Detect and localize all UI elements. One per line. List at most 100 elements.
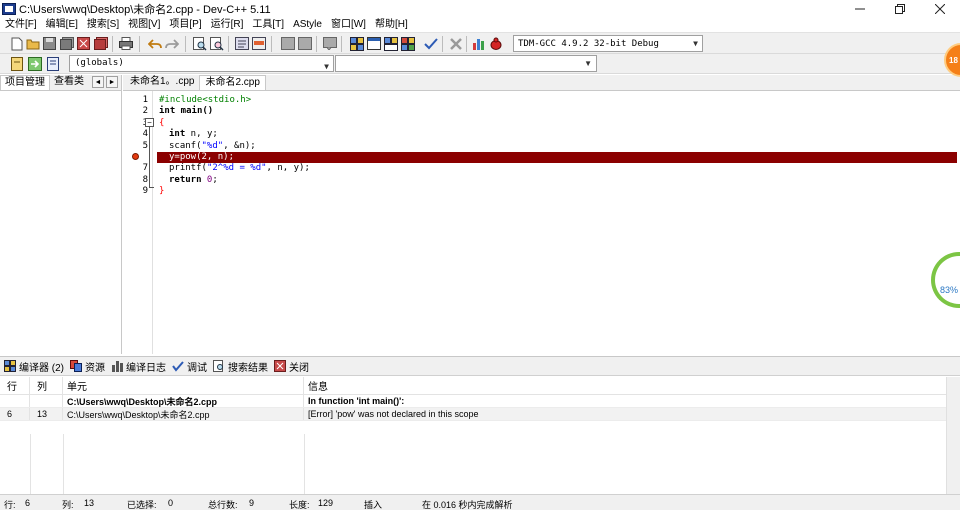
toolbar-separator — [228, 36, 229, 52]
table-row[interactable]: C:\Users\wwq\Desktop\未命名2.cpp In functio… — [0, 395, 946, 408]
print-button[interactable] — [118, 36, 133, 51]
compile-button[interactable] — [349, 36, 364, 51]
menu-view[interactable]: 视图[V] — [123, 18, 164, 32]
menu-run[interactable]: 运行[R] — [206, 18, 248, 32]
menu-tools[interactable]: 工具[T] — [247, 18, 288, 32]
restore-icon — [895, 4, 905, 14]
brace-text: { — [159, 117, 165, 128]
code-text: n, y; — [185, 129, 218, 140]
indent-icon — [280, 37, 295, 50]
toggle-breakpoint-button[interactable] — [45, 56, 60, 71]
indent-button[interactable] — [280, 36, 295, 51]
redo-button[interactable] — [164, 36, 179, 51]
tab-compiler[interactable]: 编译器 (2) — [4, 359, 64, 374]
line-number: 7 — [142, 163, 148, 174]
open-file-button[interactable] — [25, 36, 40, 51]
table-row[interactable]: 6 13 C:\Users\wwq\Desktop\未命名2.cpp [Erro… — [0, 408, 946, 421]
minimize-button[interactable] — [840, 0, 880, 18]
search-icon — [213, 360, 223, 372]
menu-window[interactable]: 窗口[W] — [326, 18, 370, 32]
status-bar: 行: 6 列: 13 已选择: 0 总行数: 9 长度: 129 插入 在 0.… — [0, 494, 960, 510]
syntax-check-button[interactable] — [423, 36, 438, 51]
tab-debug[interactable]: 调试 — [172, 359, 207, 374]
toolbar-separator — [316, 36, 317, 52]
tab-scroll-left-button[interactable]: ◄ — [92, 76, 104, 88]
save-all-button[interactable] — [59, 36, 74, 51]
header-line[interactable]: 行 — [0, 377, 30, 394]
compiler-select[interactable]: TDM-GCC 4.9.2 32-bit Debug ▼ — [513, 35, 703, 52]
undo-button[interactable] — [147, 36, 162, 51]
code-editor[interactable]: 1 2 3 4 5 6 7 8 9 #include<stdio.h> int … — [123, 91, 960, 354]
header-message[interactable]: 信息 — [304, 377, 944, 394]
menu-astyle[interactable]: AStyle — [288, 18, 326, 32]
save-icon — [43, 37, 56, 50]
goto-back-button[interactable] — [27, 56, 42, 71]
string-literal: "%d" — [201, 140, 224, 151]
header-col[interactable]: 列 — [30, 377, 63, 394]
close-window-button[interactable] — [920, 0, 960, 18]
menu-search[interactable]: 搜索[S] — [82, 18, 123, 32]
tab-close[interactable]: 关闭 — [274, 359, 309, 374]
compile-grid-icon — [349, 36, 364, 51]
window-controls — [840, 0, 960, 18]
line-number: 5 — [142, 140, 148, 151]
status-col-value: 13 — [84, 498, 95, 508]
close-panel-icon — [274, 360, 286, 372]
tab-search-results[interactable]: 搜索结果 — [213, 359, 268, 374]
fold-guide-line — [149, 127, 150, 187]
debug-button[interactable] — [488, 36, 503, 51]
tab-class-view[interactable]: 查看类 — [50, 75, 88, 90]
toggle-bookmark-button[interactable] — [251, 36, 266, 51]
tab-compile-log[interactable]: 编译日志 — [111, 359, 166, 374]
cell-col: 13 — [30, 408, 63, 420]
code-line-7: printf("2^%d = %d", n, y); — [169, 163, 310, 174]
tab-project-manager[interactable]: 项目管理 — [0, 75, 50, 90]
compile-run-icon — [383, 36, 398, 51]
rebuild-all-button[interactable] — [400, 36, 415, 51]
profile-button[interactable] — [471, 36, 486, 51]
save-button[interactable] — [42, 36, 57, 51]
find-button[interactable] — [192, 36, 207, 51]
menu-file[interactable]: 文件[F] — [0, 18, 41, 32]
close-all-button[interactable] — [93, 36, 108, 51]
status-length-label: 长度: — [289, 500, 310, 510]
keyword-text: int — [159, 106, 176, 117]
unindent-button[interactable] — [297, 36, 312, 51]
status-length-value: 129 — [318, 498, 334, 508]
replace-button[interactable] — [209, 36, 224, 51]
cell-unit: C:\Users\wwq\Desktop\未命名2.cpp — [63, 408, 304, 420]
menu-project[interactable]: 项目[P] — [164, 18, 205, 32]
compiler-select-value: TDM-GCC 4.9.2 32-bit Debug — [518, 38, 659, 49]
fold-toggle[interactable]: − — [145, 118, 154, 127]
members-select[interactable]: ▼ — [335, 55, 597, 72]
toggle-comment-button[interactable] — [322, 36, 337, 51]
stop-execution-button[interactable] — [448, 36, 463, 51]
close-file-button[interactable] — [76, 36, 91, 51]
menu-help[interactable]: 帮助[H] — [370, 18, 412, 32]
menu-edit[interactable]: 编辑[E] — [41, 18, 82, 32]
insert-button[interactable] — [9, 56, 24, 71]
tab-scroll-right-button[interactable]: ► — [106, 76, 118, 88]
code-line-6-error: y=pow(2, n); — [157, 152, 957, 164]
redo-icon — [164, 38, 179, 49]
project-panel: 项目管理 查看类 ◄ ► — [0, 75, 122, 354]
rebuild-icon — [400, 36, 415, 51]
cell-unit: C:\Users\wwq\Desktop\未命名2.cpp — [63, 395, 304, 407]
column-divider — [30, 434, 31, 494]
compile-run-button[interactable] — [383, 36, 398, 51]
run-button[interactable] — [366, 36, 381, 51]
new-file-button[interactable] — [9, 36, 24, 51]
tab-untitled1[interactable]: 未命名1。.cpp — [125, 75, 199, 90]
messages-scrollbar[interactable] — [946, 377, 960, 495]
debug-bug-icon — [490, 37, 501, 50]
goto-line-button[interactable] — [234, 36, 249, 51]
header-unit[interactable]: 单元 — [63, 377, 304, 394]
scope-select-value: (globals) — [75, 58, 124, 68]
restore-button[interactable] — [880, 0, 920, 18]
insert-icon — [10, 56, 23, 71]
undo-icon — [147, 38, 162, 49]
code-line-9: } — [159, 186, 164, 197]
tab-untitled2[interactable]: 未命名2.cpp — [199, 75, 266, 90]
scope-select[interactable]: (globals) ▼ — [69, 55, 334, 72]
tab-resources[interactable]: 资源 — [70, 359, 105, 374]
